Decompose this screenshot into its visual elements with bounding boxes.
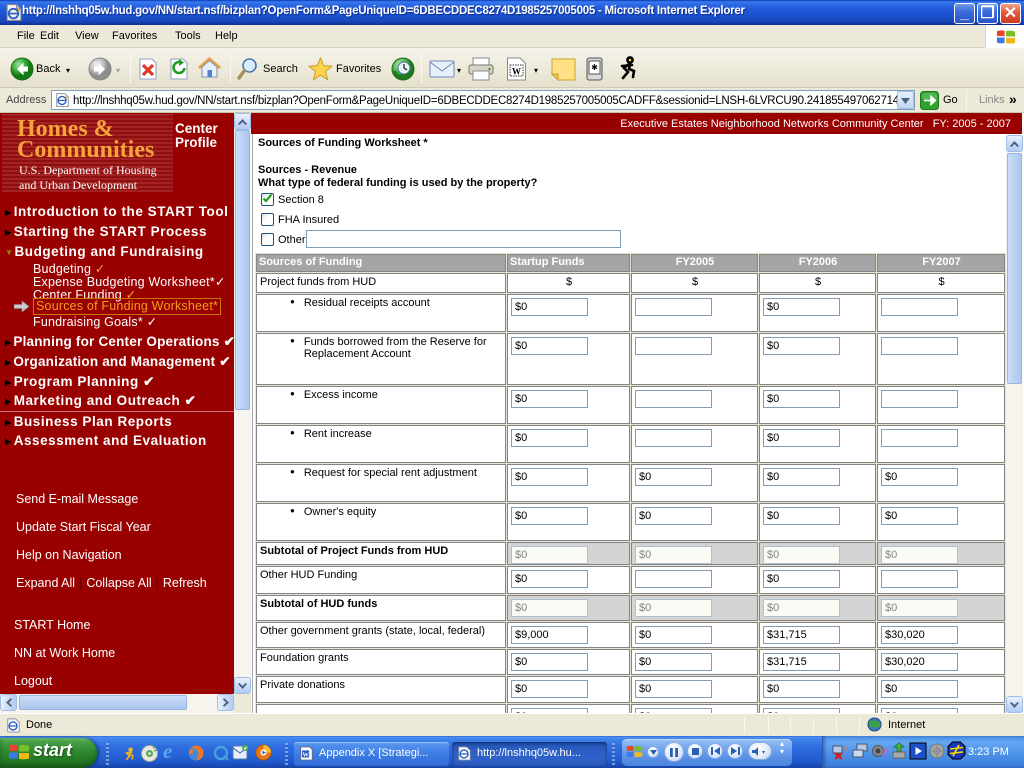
- svg-text:W: W: [302, 752, 309, 759]
- svg-text:✱: ✱: [591, 63, 598, 72]
- svg-text:W: W: [512, 67, 521, 77]
